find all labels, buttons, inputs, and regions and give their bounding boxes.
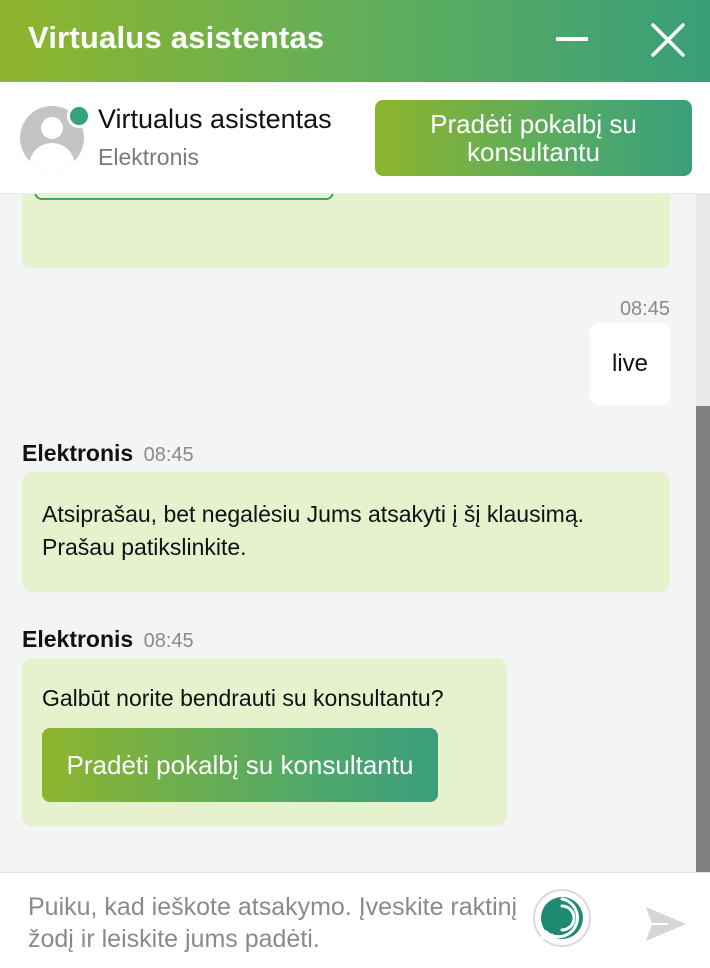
bot-message: Atsiprašau, bet negalėsiu Jums atsakyti … [22, 472, 670, 592]
agent-name: Virtualus asistentas [98, 104, 332, 134]
start-consultant-chat-button[interactable]: Pradėti pokalbį su konsultantu [375, 100, 692, 176]
bot-message-sender: Elektronis 08:45 [22, 626, 194, 653]
bot-message-line: Prašau patikslinkite. [42, 534, 247, 560]
bot-message: Galbūt norite bendrauti su konsultantu? … [22, 658, 507, 826]
sender-name: Elektronis [22, 626, 134, 652]
composer [0, 872, 710, 968]
bot-message-line: Atsiprašau, bet negalėsiu Jums atsakyti … [42, 501, 585, 527]
scrollbar-thumb[interactable] [696, 406, 710, 872]
user-message: live [590, 322, 670, 406]
online-status-icon [67, 104, 91, 128]
minimize-icon[interactable] [552, 20, 592, 60]
previous-bot-bubble [22, 194, 670, 268]
chat-window-header: Virtualus asistentas [0, 0, 710, 82]
close-icon[interactable] [646, 18, 690, 62]
previous-bubble-button[interactable] [34, 194, 334, 200]
user-message-time: 08:45 [619, 298, 670, 320]
chat-bubble-logo-icon[interactable] [532, 888, 592, 948]
bot-message-time: 08:45 [143, 630, 194, 652]
message-list: 08:45 live Elektronis 08:45 Atsiprašau, … [0, 194, 696, 872]
bot-message-time: 08:45 [143, 444, 194, 466]
agent-info-bar: Virtualus asistentas Elektronis Pradėti … [0, 82, 710, 194]
message-input[interactable] [28, 891, 528, 957]
send-icon[interactable] [644, 904, 688, 944]
bot-message-text: Galbūt norite bendrauti su konsultantu? [42, 685, 444, 711]
agent-subtitle: Elektronis [98, 144, 199, 170]
bot-message-sender: Elektronis 08:45 [22, 440, 194, 467]
sender-name: Elektronis [22, 440, 134, 466]
window-title: Virtualus asistentas [28, 20, 325, 55]
start-consultant-chat-button-inline[interactable]: Pradėti pokalbį su konsultantu [42, 728, 438, 802]
